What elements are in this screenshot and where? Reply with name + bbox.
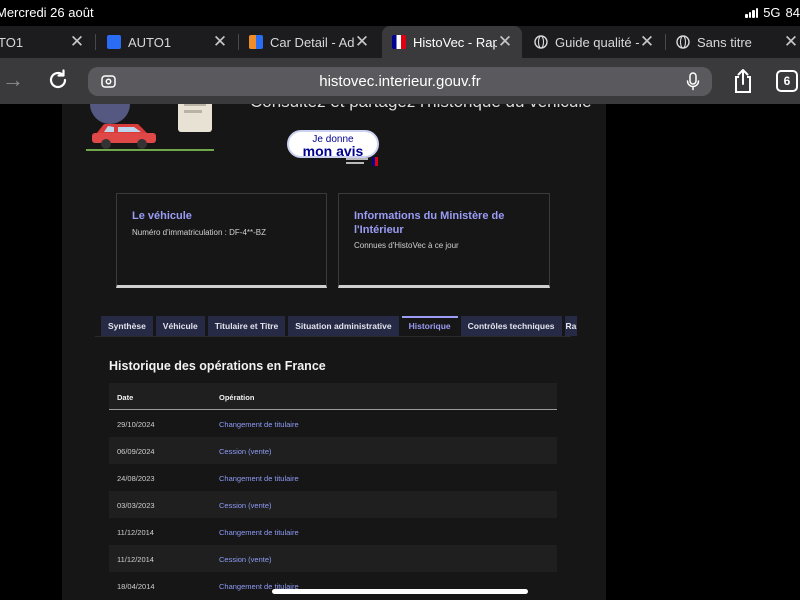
car-detail-icon — [249, 35, 263, 49]
cell-operation-link[interactable]: Cession (vente) — [219, 555, 272, 564]
tab-title: TO1 — [0, 34, 24, 50]
tab-title: Car Detail - Ad — [270, 34, 354, 50]
url-text: histovec.interieur.gouv.fr — [319, 73, 481, 90]
close-icon[interactable]: ✕ — [496, 33, 514, 51]
cell-date: 06/09/2024 — [117, 447, 155, 456]
table-header: Date Opération — [109, 383, 557, 410]
card-title-line1: Informations du Ministère de — [354, 210, 505, 222]
auto1-icon — [107, 35, 121, 49]
cell-date: 18/04/2014 — [117, 582, 155, 591]
browser-tab-bar: TO1 ✕ AUTO1 ✕ Car Detail - Ad ✕ HistoVec… — [0, 26, 800, 58]
status-bar: Mercredi 26 août 5G 84 — [0, 0, 800, 26]
table-row: 24/08/2023 Changement de titulaire — [109, 464, 557, 491]
feedback-button[interactable]: Je donne mon avis — [287, 130, 379, 158]
flag-fr-icon — [392, 35, 406, 49]
status-indicators: 5G 84 — [745, 5, 800, 20]
services-publics-logo — [346, 157, 378, 166]
card-title: Le véhicule — [132, 210, 192, 222]
browser-tab-auto1-partial[interactable]: TO1 ✕ — [0, 26, 92, 58]
close-icon[interactable]: ✕ — [68, 33, 86, 51]
tab-title: HistoVec - Rap — [413, 34, 497, 50]
table-row: 06/09/2024 Cession (vente) — [109, 437, 557, 464]
close-icon[interactable]: ✕ — [638, 33, 656, 51]
card-text: Numéro d'immatriculation : DF-4**-BZ — [132, 228, 267, 237]
browser-tab-guide-qualite[interactable]: Guide qualité - ✕ — [534, 26, 664, 58]
tab-title: AUTO1 — [128, 34, 172, 50]
table-row: 18/04/2014 Changement de titulaire — [109, 572, 557, 599]
table-row: 29/10/2024 Changement de titulaire — [109, 410, 557, 437]
browser-tab-auto1[interactable]: AUTO1 ✕ — [107, 26, 237, 58]
close-icon[interactable]: ✕ — [353, 33, 371, 51]
tab-situation-administrative[interactable]: Situation administrative — [288, 316, 399, 336]
table-row: 11/12/2014 Changement de titulaire — [109, 518, 557, 545]
share-icon[interactable] — [732, 68, 754, 94]
tab-separator — [665, 34, 666, 50]
url-field[interactable]: histovec.interieur.gouv.fr — [88, 67, 712, 96]
home-indicator[interactable] — [272, 589, 528, 594]
network-label: 5G — [763, 5, 781, 20]
cell-date: 24/08/2023 — [117, 474, 155, 483]
cell-date: 03/03/2023 — [117, 501, 155, 510]
close-icon[interactable]: ✕ — [782, 33, 800, 51]
tab-separator — [95, 34, 96, 50]
forward-icon[interactable]: → — [2, 68, 26, 92]
car-illustration — [86, 104, 214, 151]
tab-vehicule[interactable]: Véhicule — [155, 316, 205, 336]
cell-date: 29/10/2024 — [117, 420, 155, 429]
column-header-date: Date — [117, 393, 134, 402]
card-title: Informations du Ministère de l'Intérieur — [354, 209, 504, 237]
browser-tab-histovec[interactable]: HistoVec - Rap ✕ — [382, 26, 522, 58]
globe-icon — [534, 35, 548, 49]
cell-date: 11/12/2014 — [117, 555, 154, 564]
battery-level: 84 — [785, 5, 800, 20]
browser-tab-sans-titre[interactable]: Sans titre ✕ — [676, 26, 800, 58]
cell-date: 11/12/2014 — [117, 528, 154, 537]
card-title-line2: l'Intérieur — [354, 224, 404, 236]
globe-icon — [676, 35, 690, 49]
vehicle-card: Le véhicule Numéro d'immatriculation : D… — [116, 193, 327, 288]
tab-separator — [238, 34, 239, 50]
tab-rapport-partial[interactable]: Rap — [564, 316, 577, 336]
ministry-card: Informations du Ministère de l'Intérieur… — [338, 193, 550, 288]
browser-tab-car-detail[interactable]: Car Detail - Ad ✕ — [249, 26, 379, 58]
card-text: Connues d'HistoVec à ce jour — [354, 241, 459, 250]
tab-count-button[interactable]: 6 — [776, 70, 798, 92]
cell-operation-link[interactable]: Changement de titulaire — [219, 420, 299, 429]
history-panel: Historique des opérations en France Date… — [95, 336, 571, 600]
tab-titulaire[interactable]: Titulaire et Titre — [207, 316, 286, 336]
table-row: 11/12/2014 Cession (vente) — [109, 545, 557, 572]
page-title: Consultez et partagez l'historique du vé… — [250, 104, 592, 112]
table-row: 03/03/2023 Cession (vente) — [109, 491, 557, 518]
status-time: Mercredi 26 août — [0, 5, 94, 20]
cell-operation-link[interactable]: Cession (vente) — [219, 447, 272, 456]
tab-synthese[interactable]: Synthèse — [101, 316, 153, 336]
microphone-icon[interactable] — [686, 72, 700, 91]
cell-operation-link[interactable]: Changement de titulaire — [219, 528, 299, 537]
tab-controles-techniques[interactable]: Contrôles techniques — [460, 316, 562, 336]
signal-icon — [745, 7, 759, 18]
section-title: Historique des opérations en France — [109, 359, 326, 373]
column-header-operation: Opération — [219, 393, 255, 402]
report-tabs: Synthèse Véhicule Titulaire et Titre Sit… — [101, 316, 577, 336]
reload-icon[interactable] — [46, 68, 70, 92]
cell-operation-link[interactable]: Cession (vente) — [219, 501, 272, 510]
history-table: Date Opération 29/10/2024 Changement de … — [109, 383, 557, 599]
cell-operation-link[interactable]: Changement de titulaire — [219, 474, 299, 483]
tab-historique[interactable]: Historique — [401, 316, 458, 336]
web-page: Consultez et partagez l'historique du vé… — [0, 104, 800, 600]
tab-title: Sans titre — [697, 34, 752, 50]
address-bar: → histovec.interieur.gouv.fr 6 — [0, 58, 800, 104]
table-body: 29/10/2024 Changement de titulaire 06/09… — [109, 410, 557, 599]
close-icon[interactable]: ✕ — [211, 33, 229, 51]
tab-title: Guide qualité - — [555, 34, 639, 50]
